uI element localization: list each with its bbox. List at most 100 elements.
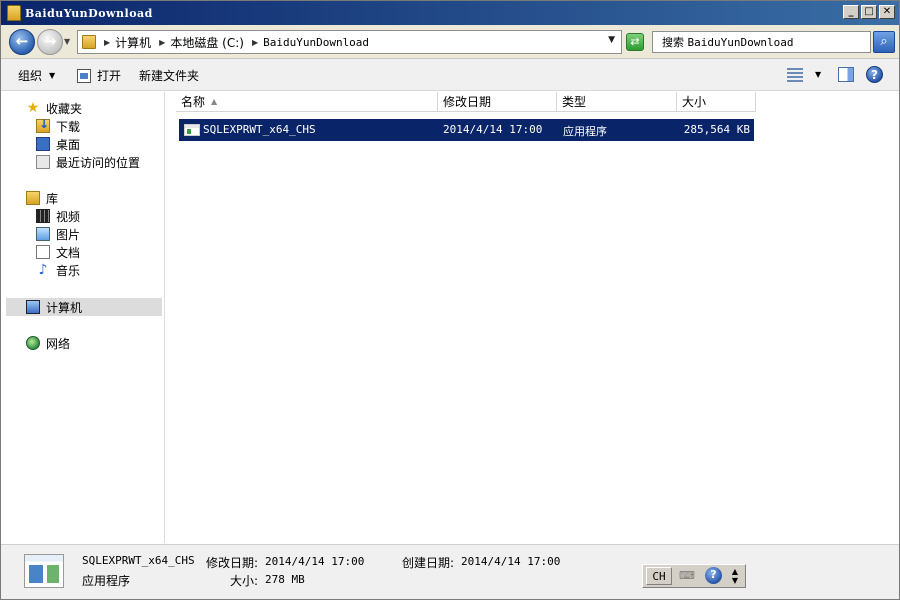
folder-icon xyxy=(7,5,21,21)
file-size: 285,564 KB xyxy=(683,123,750,136)
nav-computer[interactable]: 计算机 xyxy=(6,298,162,316)
nav-favorites[interactable]: ★ 收藏夹 xyxy=(6,99,162,117)
nav-favorites-label: 收藏夹 xyxy=(46,101,83,116)
address-row: ← → ▼ ▶ 计算机 ▶ 本地磁盘 (C:) ▶ BaiduYunDownlo… xyxy=(1,25,899,59)
details-created-label: 创建日期: xyxy=(402,556,455,570)
details-modified-label: 修改日期: xyxy=(206,556,259,570)
nav-network[interactable]: 网络 xyxy=(6,334,162,352)
picture-icon xyxy=(36,227,50,241)
libraries-icon xyxy=(26,191,40,205)
address-bar[interactable]: ▶ 计算机 ▶ 本地磁盘 (C:) ▶ BaiduYunDownload ▼ xyxy=(77,30,622,54)
sort-ascending-icon: ▲ xyxy=(211,97,218,106)
file-name: SQLEXPRWT_x64_CHS xyxy=(203,123,316,136)
new-folder-label: 新建文件夹 xyxy=(139,69,200,83)
view-options-dropdown[interactable]: ▼ xyxy=(815,70,821,79)
network-icon xyxy=(26,336,40,350)
minimize-button[interactable]: _ xyxy=(843,5,859,19)
nav-recent-places[interactable]: 最近访问的位置 xyxy=(6,153,162,171)
details-modified-value: 2014/4/14 17:00 xyxy=(265,555,365,568)
open-button[interactable]: 打开 xyxy=(77,67,121,84)
details-file-type: 应用程序 xyxy=(82,574,131,588)
nav-libraries-label: 库 xyxy=(46,191,59,206)
refresh-button[interactable]: ⇄ xyxy=(626,33,644,51)
language-bar-options-icon[interactable]: ▲ ▼ xyxy=(729,567,741,585)
change-view-icon[interactable] xyxy=(787,68,803,82)
title-bar[interactable]: BaiduYunDownload _ □ ✕ xyxy=(1,1,899,25)
nav-documents[interactable]: 文档 xyxy=(6,243,162,261)
downloads-folder-icon xyxy=(36,117,50,133)
keyboard-icon[interactable]: ⌨ xyxy=(676,567,698,585)
close-button[interactable]: ✕ xyxy=(879,5,895,19)
column-modified-label: 修改日期 xyxy=(443,95,492,109)
search-button[interactable]: ⌕ xyxy=(873,31,895,53)
file-modified: 2014/4/14 17:00 xyxy=(443,123,543,136)
chevron-right-icon[interactable]: ▶ xyxy=(252,38,258,47)
nav-music[interactable]: ♪ 音乐 xyxy=(6,261,162,279)
recent-places-icon xyxy=(36,155,50,169)
new-folder-button[interactable]: 新建文件夹 xyxy=(139,67,199,84)
file-row[interactable]: SQLEXPRWT_x64_CHS 2014/4/14 17:00 应用程序 2… xyxy=(179,119,754,141)
column-name-label: 名称 xyxy=(181,95,206,109)
window-title: BaiduYunDownload xyxy=(25,6,153,20)
language-bar: CH ⌨ ? ▲ ▼ xyxy=(642,564,746,588)
column-header-size[interactable]: 大小 xyxy=(677,92,756,112)
video-icon xyxy=(36,209,50,223)
forward-button[interactable]: → xyxy=(37,29,63,55)
nav-pictures-label: 图片 xyxy=(56,227,81,242)
nav-libraries[interactable]: 库 xyxy=(6,189,162,207)
details-file-name: SQLEXPRWT_x64_CHS xyxy=(82,554,195,567)
recent-pages-dropdown[interactable]: ▼ xyxy=(64,37,70,46)
details-pane: SQLEXPRWT_x64_CHS 应用程序 修改日期: 2014/4/14 1… xyxy=(1,544,899,599)
computer-icon xyxy=(26,300,40,314)
column-type-label: 类型 xyxy=(562,95,587,109)
nav-desktop-label: 桌面 xyxy=(56,137,81,152)
file-list[interactable]: 名称 ▲ 修改日期 类型 大小 SQLEXPRWT_x64_CHS 2014/4… xyxy=(164,92,899,543)
nav-videos[interactable]: 视频 xyxy=(6,207,162,225)
breadcrumb-computer[interactable]: 计算机 xyxy=(115,34,151,51)
navigation-pane: ★ 收藏夹 下载 桌面 最近访问的位置 库 视频 图片 文档 xyxy=(6,92,162,543)
breadcrumb-local-disk[interactable]: 本地磁盘 (C:) xyxy=(170,34,244,51)
chevron-down-icon: ▼ xyxy=(49,71,56,80)
search-input[interactable]: 搜索 BaiduYunDownload xyxy=(652,31,871,53)
open-label: 打开 xyxy=(97,69,122,83)
maximize-button[interactable]: □ xyxy=(861,5,877,19)
nav-network-label: 网络 xyxy=(46,336,71,351)
details-size-label: 大小: xyxy=(230,574,259,588)
document-icon xyxy=(36,245,50,259)
details-size-value: 278 MB xyxy=(265,573,305,586)
nav-downloads[interactable]: 下载 xyxy=(6,117,162,135)
column-header-name[interactable]: 名称 ▲ xyxy=(176,92,438,112)
preview-pane-icon[interactable] xyxy=(838,67,854,82)
nav-videos-label: 视频 xyxy=(56,209,81,224)
help-icon[interactable]: ? xyxy=(705,567,722,584)
nav-downloads-label: 下载 xyxy=(56,119,81,134)
desktop-icon xyxy=(36,137,50,151)
address-history-dropdown[interactable]: ▼ xyxy=(608,35,615,45)
nav-pictures[interactable]: 图片 xyxy=(6,225,162,243)
application-thumbnail-icon xyxy=(24,554,64,588)
open-icon xyxy=(77,68,91,83)
chevron-right-icon[interactable]: ▶ xyxy=(159,38,165,47)
nav-recent-label: 最近访问的位置 xyxy=(56,155,141,170)
column-header-type[interactable]: 类型 xyxy=(557,92,677,112)
column-header-modified[interactable]: 修改日期 xyxy=(438,92,557,112)
search-placeholder: 搜索 BaiduYunDownload xyxy=(662,34,793,50)
search-scope: BaiduYunDownload xyxy=(687,36,794,49)
column-size-label: 大小 xyxy=(682,95,707,109)
help-icon[interactable]: ? xyxy=(866,66,883,83)
chevron-right-icon[interactable]: ▶ xyxy=(104,38,110,47)
command-bar: 组织 ▼ 打开 新建文件夹 ▼ ? xyxy=(1,59,899,91)
explorer-window: BaiduYunDownload _ □ ✕ ← → ▼ ▶ 计算机 ▶ 本地磁… xyxy=(0,0,900,600)
star-icon: ★ xyxy=(26,100,40,116)
organize-label: 组织 xyxy=(18,69,43,83)
organize-button[interactable]: 组织 ▼ xyxy=(18,67,55,84)
nav-music-label: 音乐 xyxy=(56,263,81,278)
breadcrumb-current-folder[interactable]: BaiduYunDownload xyxy=(263,36,369,49)
music-note-icon: ♪ xyxy=(38,262,48,278)
back-button[interactable]: ← xyxy=(9,29,35,55)
details-created-value: 2014/4/14 17:00 xyxy=(461,555,561,568)
search-prefix: 搜索 xyxy=(662,36,684,49)
nav-desktop[interactable]: 桌面 xyxy=(6,135,162,153)
input-language-button[interactable]: CH xyxy=(646,567,672,585)
file-type: 应用程序 xyxy=(563,125,607,138)
